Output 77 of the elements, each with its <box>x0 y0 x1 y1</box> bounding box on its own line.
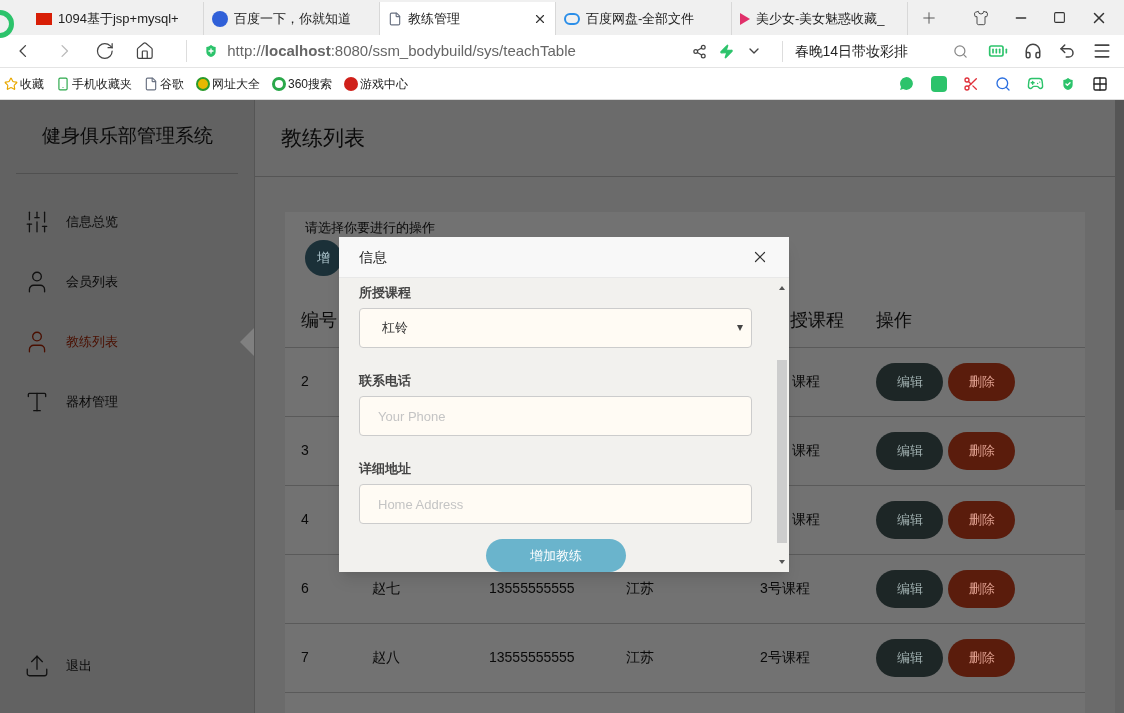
page-title: 教练列表 <box>255 100 1115 177</box>
home-icon[interactable] <box>134 41 155 61</box>
delete-button[interactable]: 删除 <box>948 569 1015 608</box>
delete-button[interactable]: 删除 <box>948 500 1015 539</box>
play-icon <box>740 12 750 25</box>
table-cell-text: 课程 <box>792 372 821 391</box>
pointer-icon <box>240 327 254 356</box>
table-cell-text: 课程 <box>792 441 821 460</box>
table-cell-text: 赵七 <box>372 579 401 598</box>
delete-button[interactable]: 删除 <box>948 362 1015 401</box>
star-icon <box>4 76 18 91</box>
edit-button[interactable]: 编辑 <box>876 431 943 470</box>
field-label: 联系电话 <box>359 373 412 389</box>
bookmark[interactable]: 谷歌 <box>144 74 184 93</box>
delete-button[interactable]: 删除 <box>948 431 1015 470</box>
edit-button[interactable]: 编辑 <box>876 500 943 539</box>
table-cell-text: 3 <box>301 441 310 460</box>
shield-icon <box>203 43 220 59</box>
bookmark[interactable]: 收藏 <box>4 74 44 93</box>
column-header: 编号 <box>301 309 337 332</box>
ring-icon <box>272 76 286 91</box>
table-cell-text: 13555555555 <box>489 648 576 667</box>
text-field[interactable]: Home Address <box>359 484 752 524</box>
edit-button[interactable]: 编辑 <box>876 362 943 401</box>
tab-title: 1094基于jsp+mysql+ <box>58 9 179 28</box>
bookmark[interactable]: 手机收藏夹 <box>56 74 132 93</box>
dialog-title: 信息 <box>359 247 387 267</box>
menu-icon[interactable] <box>1092 41 1112 61</box>
browser-tab[interactable]: 教练管理 <box>380 2 556 35</box>
table-cell-text: 江苏 <box>626 579 655 598</box>
bookmark[interactable]: 360搜索 <box>272 74 333 93</box>
reload-icon[interactable] <box>95 41 115 61</box>
table-cell-text: 2 <box>301 372 310 391</box>
share-icon[interactable] <box>691 43 707 59</box>
column-header: 操作 <box>876 309 912 332</box>
shirt-icon[interactable] <box>973 9 989 26</box>
logout-icon <box>24 653 50 679</box>
delete-button[interactable]: 删除 <box>948 638 1015 677</box>
table-cell-text: 4 <box>301 510 310 529</box>
address-field[interactable]: http://localhost:8080/ssm_bodybuild/sys/teachTable <box>227 39 576 63</box>
table-cell-text: 课程 <box>792 510 821 529</box>
bookmark[interactable]: 网址大全 <box>196 74 260 93</box>
search-field[interactable]: 春晚14日带妆彩排 <box>781 40 968 62</box>
table-cell-text: 赵八 <box>372 648 401 667</box>
undo-icon[interactable] <box>1058 42 1076 60</box>
edit-button[interactable]: 编辑 <box>876 638 943 677</box>
page-scrollbar[interactable] <box>1115 100 1124 713</box>
search-icon[interactable] <box>995 75 1011 92</box>
table-cell-text: 7 <box>301 648 310 667</box>
tab-title: 百度一下，你就知道 <box>234 9 351 28</box>
edit-button[interactable]: 编辑 <box>876 569 943 608</box>
tab-title: 百度网盘-全部文件 <box>586 9 695 28</box>
text-field[interactable]: Your Phone <box>359 396 752 436</box>
table-cell-text: 2号课程 <box>760 648 811 667</box>
table-cell-text: 13555555555 <box>489 579 576 598</box>
document-icon <box>388 11 402 26</box>
tab-title: 美少女-美女魅惑收藏_ <box>756 9 885 28</box>
bookmark[interactable]: 游戏中心 <box>344 74 409 93</box>
table-cell-text: 6 <box>301 579 310 598</box>
apps-icon[interactable] <box>1092 75 1108 92</box>
headphones-icon[interactable] <box>1024 42 1042 60</box>
flag-icon <box>36 12 52 25</box>
table-cell-text: 3号课程 <box>760 579 811 598</box>
course-select[interactable]: 杠铃 <box>359 308 752 348</box>
search-icon[interactable] <box>953 43 968 59</box>
app-title: 健身俱乐部管理系统 <box>16 100 238 174</box>
scissors-icon[interactable] <box>963 75 979 92</box>
field-label: 所授课程 <box>359 285 412 301</box>
phone-icon <box>56 76 70 91</box>
maximize-icon[interactable] <box>1053 11 1066 24</box>
tab-title: 教练管理 <box>408 9 460 28</box>
hint-text: 请选择你要进行的操作 <box>305 219 435 236</box>
field-label: 详细地址 <box>359 461 412 477</box>
dropdown-arrow-icon <box>737 325 743 331</box>
table-cell-text: 江苏 <box>626 648 655 667</box>
column-header: 授课程 <box>790 309 845 332</box>
document-icon <box>144 76 158 91</box>
